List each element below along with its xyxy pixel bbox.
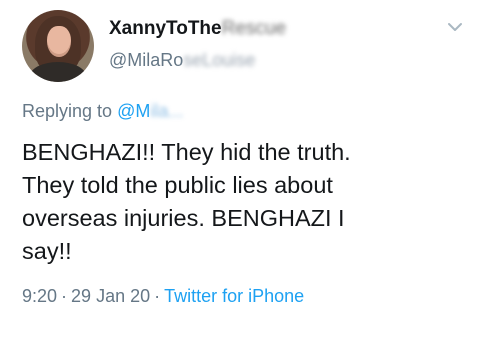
reply-prefix: Replying to bbox=[22, 101, 113, 121]
tweet-line-4: say!! bbox=[22, 238, 72, 264]
tweet-line-3: overseas injuries. BENGHAZI I bbox=[22, 205, 345, 231]
reply-context: Replying to @Mila... bbox=[22, 101, 183, 122]
user-handle-obscured: seLouise bbox=[183, 50, 256, 70]
tweet-line-2: They told the public lies about bbox=[22, 172, 333, 198]
avatar-shirt bbox=[30, 62, 86, 82]
user-handle[interactable]: @MilaRoseLouise bbox=[109, 50, 255, 71]
tweet-text: BENGHAZI!! They hid the truth. They told… bbox=[22, 136, 462, 268]
meta-separator-2: · bbox=[154, 286, 161, 306]
reply-mention-obscured: ila... bbox=[150, 101, 184, 121]
tweet-meta: 9:20 · 29 Jan 20 · Twitter for iPhone bbox=[22, 286, 304, 307]
tweet-source[interactable]: Twitter for iPhone bbox=[164, 286, 304, 306]
tweet-time[interactable]: 9:20 bbox=[22, 286, 57, 306]
tweet-date[interactable]: 29 Jan 20 bbox=[71, 286, 150, 306]
tweet-line-1: BENGHAZI!! They hid the truth. bbox=[22, 139, 351, 165]
display-name-visible: XannyToThe bbox=[109, 18, 222, 39]
avatar[interactable] bbox=[22, 10, 94, 82]
avatar-face bbox=[47, 26, 71, 57]
meta-separator-1: · bbox=[61, 286, 68, 306]
chevron-down-icon[interactable] bbox=[446, 18, 464, 36]
display-name-obscured: Rescue bbox=[221, 18, 287, 39]
display-name[interactable]: XannyToTheRescue bbox=[109, 18, 286, 40]
reply-mention[interactable]: @Mila... bbox=[117, 101, 183, 121]
user-handle-visible: @MilaRo bbox=[109, 50, 184, 70]
reply-mention-visible: @M bbox=[117, 101, 151, 121]
tweet-card: XannyToTheRescue @MilaRoseLouise Replyin… bbox=[0, 0, 484, 356]
